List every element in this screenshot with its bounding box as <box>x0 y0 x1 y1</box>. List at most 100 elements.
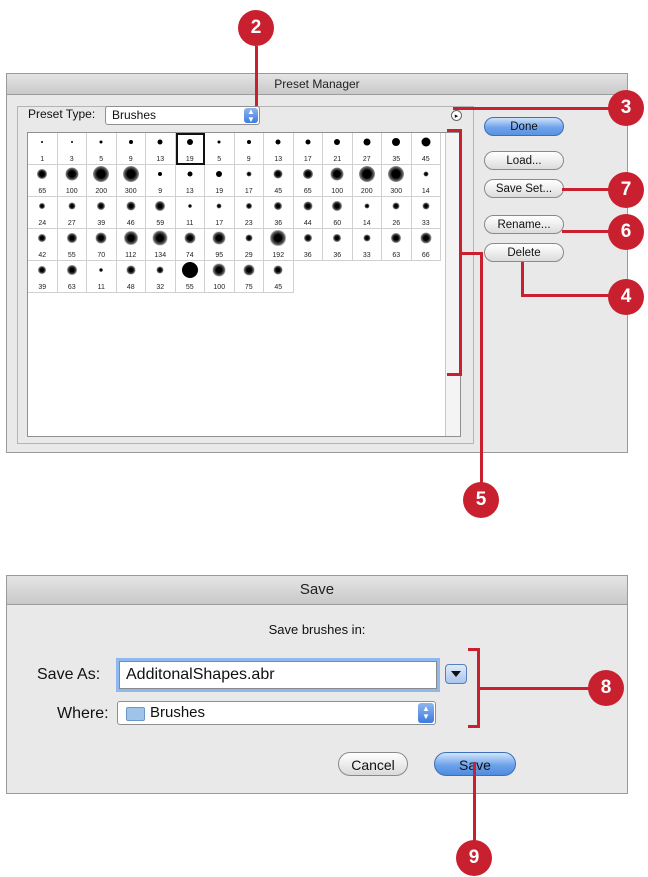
brush-preset-cell[interactable]: 9 <box>116 133 146 165</box>
brush-preset-cell[interactable]: 33 <box>411 197 441 229</box>
brush-preset-cell[interactable]: 55 <box>57 229 87 261</box>
brush-preset-cell[interactable]: 100 <box>57 165 87 197</box>
save-set-button[interactable]: Save Set... <box>484 179 564 198</box>
brush-preset-cell[interactable]: 23 <box>234 197 264 229</box>
callout-3-line <box>453 107 609 110</box>
done-button[interactable]: Done <box>484 117 564 136</box>
brush-tip-icon <box>270 230 287 246</box>
brush-preset-cell[interactable]: 74 <box>175 229 205 261</box>
brush-preset-cell[interactable]: 44 <box>293 197 323 229</box>
brush-preset-cell[interactable]: 32 <box>146 261 176 293</box>
brush-preset-cell[interactable]: 200 <box>352 165 382 197</box>
expand-dialog-button[interactable] <box>445 664 467 684</box>
brush-preset-cell[interactable]: 27 <box>352 133 382 165</box>
brush-preset-cell[interactable]: 13 <box>175 165 205 197</box>
grid-scrollbar[interactable] <box>445 133 460 436</box>
brush-tip-icon <box>332 201 343 211</box>
folder-icon <box>126 707 145 721</box>
brush-preset-cell[interactable]: 95 <box>205 229 235 261</box>
brush-preset-cell[interactable]: 60 <box>323 197 353 229</box>
brush-preset-cell[interactable]: 14 <box>352 197 382 229</box>
brush-preset-cell[interactable]: 100 <box>205 261 235 293</box>
brush-preset-cell[interactable]: 200 <box>87 165 117 197</box>
panel-menu-icon[interactable]: ▸ <box>451 110 462 121</box>
brush-preset-cell[interactable]: 27 <box>57 197 87 229</box>
brush-preset-cell[interactable]: 9 <box>234 133 264 165</box>
preset-manager-window: Preset Manager Preset Type: Brushes ▲ ▼ ▸… <box>6 73 628 453</box>
brush-size-label: 29 <box>244 252 253 259</box>
cancel-button[interactable]: Cancel <box>338 752 408 776</box>
brush-preset-cell[interactable]: 100 <box>323 165 353 197</box>
brush-preset-cell[interactable]: 39 <box>87 197 117 229</box>
brush-preset-cell[interactable]: 5 <box>205 133 235 165</box>
brush-tip-icon <box>364 203 370 209</box>
brush-tip-icon <box>422 202 430 210</box>
brush-preset-cell[interactable]: 300 <box>116 165 146 197</box>
brush-preset-cell[interactable]: 13 <box>264 133 294 165</box>
brush-tip-icon <box>216 203 222 209</box>
brush-preset-cell[interactable]: 11 <box>175 197 205 229</box>
brush-preset-cell[interactable]: 13 <box>146 133 176 165</box>
brush-preset-cell[interactable]: 29 <box>234 229 264 261</box>
brush-preset-cell[interactable]: 66 <box>411 229 441 261</box>
brush-preset-cell[interactable]: 45 <box>411 133 441 165</box>
delete-button[interactable]: Delete <box>484 243 564 262</box>
brush-preset-cell[interactable]: 19 <box>205 165 235 197</box>
brush-preset-cell[interactable]: 59 <box>146 197 176 229</box>
brush-preset-cell[interactable]: 46 <box>116 197 146 229</box>
callout-8-bracket-bottom <box>468 725 480 728</box>
brush-preset-cell[interactable]: 9 <box>146 165 176 197</box>
brush-preset-cell[interactable]: 36 <box>264 197 294 229</box>
brush-preset-cell[interactable]: 192 <box>264 229 294 261</box>
brush-tip-icon <box>66 233 77 243</box>
where-select[interactable]: Brushes ▲ ▼ <box>117 701 436 725</box>
brush-preset-cell[interactable]: 42 <box>28 229 58 261</box>
brush-preset-cell[interactable]: 14 <box>411 165 441 197</box>
save-as-field[interactable]: AdditonalShapes.abr <box>119 661 437 689</box>
brush-preset-cell[interactable]: 17 <box>293 133 323 165</box>
brush-preset-cell[interactable]: 1 <box>28 133 58 165</box>
brush-preset-cell[interactable]: 19 <box>175 133 205 165</box>
brush-preset-cell[interactable]: 36 <box>323 229 353 261</box>
brush-preset-cell[interactable]: 17 <box>234 165 264 197</box>
brush-preset-cell[interactable]: 55 <box>175 261 205 293</box>
brush-preset-cell[interactable]: 39 <box>28 261 58 293</box>
brush-preset-cell[interactable]: 300 <box>382 165 412 197</box>
brush-preset-cell[interactable]: 134 <box>146 229 176 261</box>
brush-preset-grid[interactable]: 1 3 5 9 13 19 5 9 13 17 21 27 35 45 65 100 200 300 9 13 19 17… <box>27 132 461 437</box>
brush-tip-icon <box>216 171 223 177</box>
brush-preset-cell[interactable]: 45 <box>264 165 294 197</box>
brush-preset-cell[interactable]: 36 <box>293 229 323 261</box>
brush-tip-icon <box>334 139 341 145</box>
brush-preset-cell[interactable]: 48 <box>116 261 146 293</box>
brush-preset-cell[interactable]: 65 <box>293 165 323 197</box>
brush-preset-cell[interactable]: 65 <box>28 165 58 197</box>
preset-type-select[interactable]: Brushes ▲ ▼ <box>105 106 260 125</box>
brush-preset-cell[interactable]: 70 <box>87 229 117 261</box>
brush-size-label: 59 <box>156 220 165 227</box>
brush-preset-cell[interactable]: 35 <box>382 133 412 165</box>
brush-preset-cell[interactable]: 33 <box>352 229 382 261</box>
brush-size-label: 5 <box>217 156 222 163</box>
brush-tip-icon <box>391 233 402 243</box>
save-as-label: Save As: <box>37 666 101 683</box>
brush-tip-icon <box>65 167 79 181</box>
brush-preset-cell[interactable]: 26 <box>382 197 412 229</box>
brush-preset-cell[interactable]: 45 <box>264 261 294 293</box>
brush-tip-icon <box>305 139 311 145</box>
brush-tip-icon <box>157 139 163 145</box>
brush-preset-cell[interactable]: 24 <box>28 197 58 229</box>
brush-preset-cell[interactable]: 17 <box>205 197 235 229</box>
brush-preset-cell[interactable]: 63 <box>57 261 87 293</box>
load-button[interactable]: Load... <box>484 151 564 170</box>
brush-preset-cell[interactable]: 3 <box>57 133 87 165</box>
brush-preset-cell[interactable]: 5 <box>87 133 117 165</box>
rename-button[interactable]: Rename... <box>484 215 564 234</box>
brush-preset-cell[interactable]: 75 <box>234 261 264 293</box>
brush-preset-cell[interactable]: 21 <box>323 133 353 165</box>
brush-preset-cell[interactable]: 11 <box>87 261 117 293</box>
brush-size-label: 63 <box>67 284 76 291</box>
preset-manager-title: Preset Manager <box>7 74 627 95</box>
brush-preset-cell[interactable]: 112 <box>116 229 146 261</box>
brush-preset-cell[interactable]: 63 <box>382 229 412 261</box>
